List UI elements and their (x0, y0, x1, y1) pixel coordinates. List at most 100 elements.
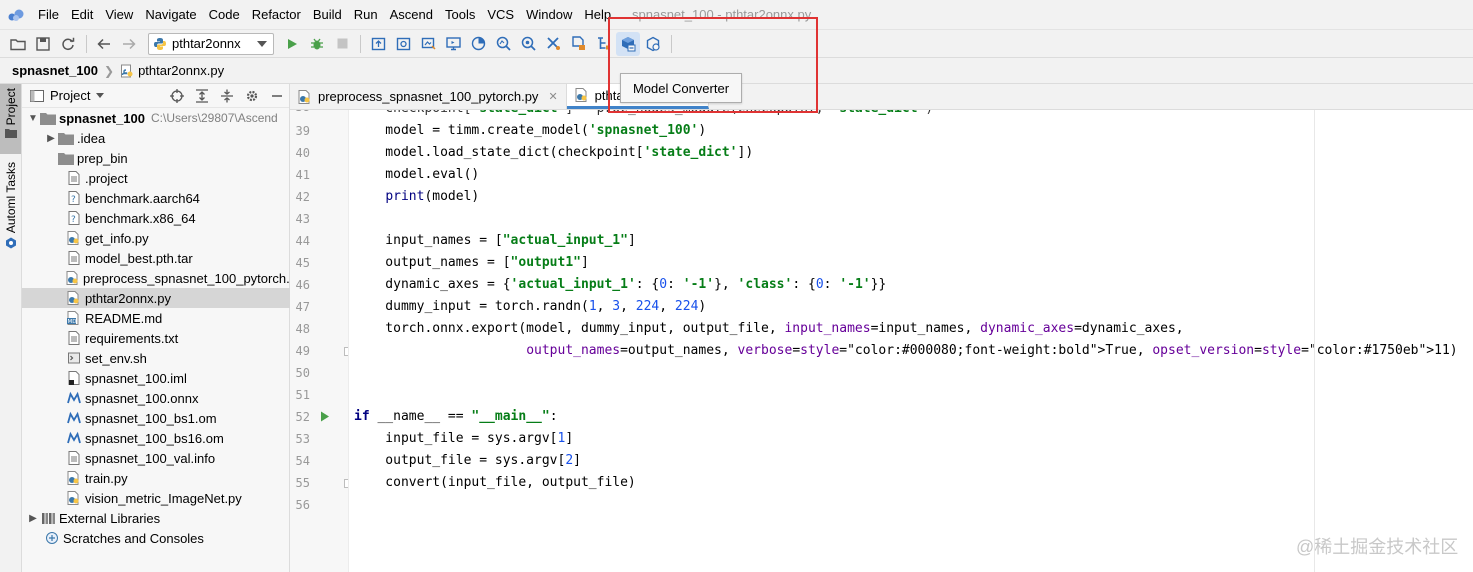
menu-tools[interactable]: Tools (439, 0, 481, 29)
code-line: output_names=output_names, verbose=style… (526, 343, 1458, 358)
code-line: dynamic_axes = {'actual_input_1': {0: '-… (354, 277, 887, 292)
breadcrumb-file[interactable]: pthtar2onnx.py (138, 63, 224, 78)
line-number: 45 (295, 256, 310, 270)
document-convert-icon (571, 36, 585, 50)
chevron-right-icon[interactable]: ▶ (44, 133, 58, 144)
tree-scratches[interactable]: Scratches and Consoles (22, 528, 290, 548)
run-configuration-selector[interactable]: pthtar2onnx (148, 32, 274, 55)
ascend-tool-7-button[interactable] (516, 32, 540, 56)
bug-icon (311, 38, 323, 49)
back-button[interactable] (92, 32, 116, 56)
markdown-file-icon: MD (66, 310, 82, 326)
python-file-icon (575, 88, 587, 102)
tree-item[interactable]: MD README.md (22, 308, 290, 328)
ascend-tool-3-button[interactable] (416, 32, 440, 56)
tree-item[interactable]: spnasnet_100.iml (22, 368, 290, 388)
forward-button[interactable] (117, 32, 141, 56)
stripe-tab-project[interactable]: Project (0, 84, 21, 154)
tree-item-selected[interactable]: pthtar2onnx.py (22, 288, 290, 308)
tree-item[interactable]: spnasnet_100.onnx (22, 388, 290, 408)
text-file-icon (66, 450, 82, 466)
python-file-icon (121, 64, 133, 77)
folder-icon (4, 129, 17, 139)
tree-item-label: spnasnet_100.iml (85, 370, 187, 386)
expand-all-button[interactable] (189, 85, 214, 107)
menu-vcs[interactable]: VCS (481, 0, 520, 29)
run-configuration-label: pthtar2onnx (172, 36, 241, 51)
tree-item-label: pthtar2onnx.py (85, 290, 172, 306)
code-line: model.load_state_dict(checkpoint['state_… (354, 145, 754, 160)
open-folder-button[interactable] (6, 32, 30, 56)
code-line: input_names = ["actual_input_1"] (354, 233, 636, 248)
stripe-tab-automl[interactable]: Automl Tasks (0, 162, 21, 262)
project-panel-header: Project (22, 84, 289, 108)
debug-button[interactable] (305, 32, 329, 56)
chevron-down-icon[interactable]: ▼ (26, 113, 40, 124)
tree-item[interactable]: spnasnet_100_val.info (22, 448, 290, 468)
run-button[interactable] (280, 32, 304, 56)
stop-button[interactable] (330, 32, 354, 56)
tree-item[interactable]: train.py (22, 468, 290, 488)
tree-item[interactable]: .project (22, 168, 290, 188)
breadcrumb-project[interactable]: spnasnet_100 (12, 63, 98, 78)
menu-file[interactable]: File (32, 0, 65, 29)
project-panel-title[interactable]: Project (50, 88, 90, 103)
ascend-tool-6-button[interactable] (491, 32, 515, 56)
arrow-left-icon (97, 38, 110, 49)
tree-item[interactable]: set_env.sh (22, 348, 290, 368)
box-camera-icon (396, 37, 410, 51)
ascend-tool-5-button[interactable] (466, 32, 490, 56)
menu-refactor[interactable]: Refactor (246, 0, 307, 29)
tree-item[interactable]: spnasnet_100_bs16.om (22, 428, 290, 448)
editor-tab-preprocess[interactable]: preprocess_spnasnet_100_pytorch.py ✕ (290, 84, 567, 109)
tree-item[interactable]: preprocess_spnasnet_100_pytorch.py (22, 268, 303, 288)
ascend-tool-4-button[interactable] (441, 32, 465, 56)
line-number: 44 (295, 234, 310, 248)
tree-item[interactable]: get_info.py (22, 228, 290, 248)
ascend-tool-2-button[interactable] (391, 32, 415, 56)
panel-settings-button[interactable] (239, 85, 264, 107)
menu-view[interactable]: View (99, 0, 139, 29)
menu-run[interactable]: Run (348, 0, 384, 29)
hide-panel-button[interactable] (264, 85, 289, 107)
tree-item[interactable]: model_best.pth.tar (22, 248, 290, 268)
image-edit-icon (421, 37, 436, 50)
line-number: 50 (295, 366, 310, 380)
sync-button[interactable] (56, 32, 80, 56)
tree-external-libraries[interactable]: ▶ External Libraries (22, 508, 290, 528)
menu-build[interactable]: Build (307, 0, 348, 29)
tree-item[interactable]: ▶ .idea (22, 128, 290, 148)
tree-item[interactable]: vision_metric_ImageNet.py (22, 488, 290, 508)
chevron-right-icon[interactable]: ▶ (26, 513, 40, 524)
menu-edit[interactable]: Edit (65, 0, 99, 29)
ascend-tool-8-button[interactable] (541, 32, 565, 56)
menu-ascend[interactable]: Ascend (384, 0, 439, 29)
tree-item-label: spnasnet_100.onnx (85, 390, 199, 406)
menu-code[interactable]: Code (203, 0, 246, 29)
close-icon[interactable]: ✕ (548, 90, 557, 103)
tree-item[interactable]: requirements.txt (22, 328, 290, 348)
save-all-button[interactable] (31, 32, 55, 56)
locate-file-button[interactable] (164, 85, 189, 107)
ascend-tool-1-button[interactable] (366, 32, 390, 56)
app-logo-icon (6, 5, 26, 25)
menu-navigate[interactable]: Navigate (139, 0, 202, 29)
tree-external-libraries-label: External Libraries (59, 510, 161, 526)
unknown-file-icon: ? (66, 190, 82, 206)
tree-root[interactable]: ▼ spnasnet_100 C:\Users\29807\Ascend (22, 108, 290, 128)
tree-item[interactable]: prep_bin (22, 148, 290, 168)
line-number: 41 (295, 168, 310, 182)
folder-icon (40, 110, 56, 126)
collapse-all-button[interactable] (214, 85, 239, 107)
tree-item[interactable]: ? benchmark.aarch64 (22, 188, 290, 208)
line-number: 54 (295, 454, 310, 468)
code-editor[interactable]: checkpoint['state_dict'] = proc_nodes_mo… (349, 110, 1473, 572)
menu-window[interactable]: Window (520, 0, 578, 29)
tree-item-label: benchmark.x86_64 (85, 210, 196, 226)
code-line: input_file = sys.argv[1] (354, 431, 574, 446)
run-gutter-icon[interactable] (320, 411, 330, 422)
tree-item[interactable]: spnasnet_100_bs1.om (22, 408, 290, 428)
tree-item[interactable]: ? benchmark.x86_64 (22, 208, 290, 228)
tree-item-label: requirements.txt (85, 330, 179, 346)
ascend-tool-9-button[interactable] (566, 32, 590, 56)
